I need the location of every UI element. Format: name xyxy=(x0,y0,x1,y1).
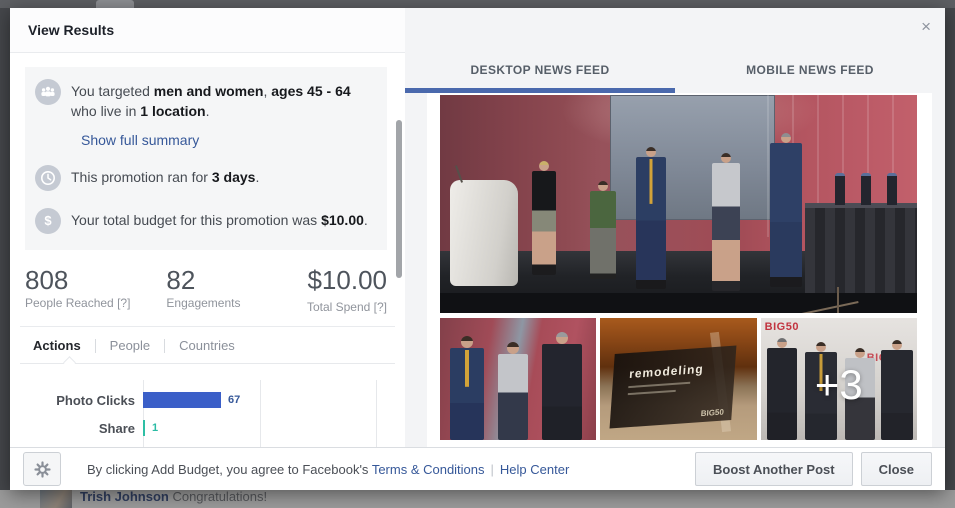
modal-title: View Results xyxy=(10,8,405,53)
background-browser-strip xyxy=(0,0,955,8)
chart-track: 67 xyxy=(143,386,240,414)
chart-row: Photo Clicks 67 xyxy=(10,386,405,414)
trophy xyxy=(887,173,897,205)
boost-another-post-button[interactable]: Boost Another Post xyxy=(695,452,853,486)
link-separator: | xyxy=(490,461,494,477)
active-tab-caret xyxy=(63,356,76,370)
footer-buttons: Boost Another Post Close xyxy=(695,452,932,486)
actions-bar-chart: Photo Clicks 67 Share 1 xyxy=(10,380,405,447)
tab-people[interactable]: People xyxy=(96,338,164,353)
person-silhouette xyxy=(712,163,740,291)
post-photo-2[interactable] xyxy=(440,318,597,440)
targeting-text: You targeted men and women, ages 45 - 64… xyxy=(71,83,351,120)
awards-table xyxy=(805,203,917,293)
close-button[interactable]: Close xyxy=(860,452,932,486)
chart-bar xyxy=(143,392,221,409)
award-title-text: remodeling xyxy=(629,361,705,382)
stat-label: Total Spend [?] xyxy=(306,300,387,315)
tab-underline xyxy=(20,356,395,370)
budget-row: $ Your total budget for this promotion w… xyxy=(35,207,375,234)
insight-tabs: Actions People Countries xyxy=(33,338,405,353)
person-silhouette xyxy=(636,157,666,289)
divider xyxy=(20,326,395,328)
tab-mobile-news-feed[interactable]: MOBILE NEWS FEED xyxy=(675,8,945,93)
glass-award: remodeling BIG50 xyxy=(609,345,737,429)
award-brand-text: BIG50 xyxy=(700,407,725,419)
award-engraving-line xyxy=(628,381,691,389)
duration-row: This promotion ran for 3 days. xyxy=(35,164,375,191)
projection-screen xyxy=(610,95,775,220)
promotion-summary-box: You targeted men and women, ages 45 - 64… xyxy=(25,67,387,250)
stat-people-reached: 808 People Reached [?] xyxy=(25,264,131,311)
chart-bar xyxy=(143,420,145,437)
comment-text: Congratulations! xyxy=(168,489,268,504)
stat-engagements: 82 Engagements xyxy=(166,264,241,311)
targeting-row: You targeted men and women, ages 45 - 64… xyxy=(35,79,375,122)
help-center-link[interactable]: Help Center xyxy=(500,462,569,477)
preview-panel: × DESKTOP NEWS FEED MOBILE NEWS FEED rem… xyxy=(405,8,945,447)
more-photos-overlay[interactable]: +3 xyxy=(761,364,917,406)
tab-countries[interactable]: Countries xyxy=(165,338,249,353)
clock-icon xyxy=(35,164,61,191)
stair-rail-post xyxy=(837,287,839,313)
person-silhouette xyxy=(532,171,556,275)
dollar-icon: $ xyxy=(35,207,61,234)
chart-value: 1 xyxy=(152,422,159,435)
podium xyxy=(450,180,518,286)
stat-label: Engagements xyxy=(166,296,241,311)
panel-scrollbar[interactable] xyxy=(396,120,402,278)
people-group-icon xyxy=(35,79,61,105)
duration-text: This promotion ran for 3 days. xyxy=(71,168,260,185)
stat-total-spend: $10.00 Total Spend [?] xyxy=(306,264,387,315)
person-silhouette xyxy=(450,348,484,440)
backdrop-brand-text: BIG50 xyxy=(764,321,799,333)
tab-desktop-news-feed[interactable]: DESKTOP NEWS FEED xyxy=(405,8,675,93)
background-comment: Trish Johnson Congratulations! xyxy=(80,489,267,504)
chart-track: 1 xyxy=(143,414,158,442)
show-full-summary-link[interactable]: Show full summary xyxy=(81,132,199,148)
modal-footer: By clicking Add Budget, you agree to Fac… xyxy=(10,447,945,490)
chart-value: 67 xyxy=(228,394,241,407)
stat-label: People Reached [?] xyxy=(25,296,131,311)
post-photo-3[interactable]: remodeling BIG50 xyxy=(600,318,757,440)
commenter-avatar xyxy=(40,490,72,508)
stat-value: 82 xyxy=(166,264,196,295)
gear-icon xyxy=(33,460,51,478)
person-silhouette xyxy=(590,191,616,279)
post-photo-4[interactable]: BIG50 BIG50 +3 xyxy=(760,318,917,440)
chart-category-label: Photo Clicks xyxy=(56,392,135,408)
budget-text: Your total budget for this promotion was… xyxy=(71,211,368,228)
results-panel: View Results You targeted men and women,… xyxy=(10,8,405,447)
stats-row: 808 People Reached [?] 82 Engagements $1… xyxy=(25,264,387,315)
post-photo-row: remodeling BIG50 BIG50 BIG50 +3 xyxy=(440,318,917,440)
trophy xyxy=(835,173,845,205)
post-photo-main[interactable] xyxy=(440,95,917,313)
post-preview-card: remodeling BIG50 BIG50 BIG50 +3 xyxy=(427,93,932,447)
person-silhouette xyxy=(770,143,802,287)
person-silhouette xyxy=(542,344,582,440)
person-silhouette xyxy=(498,354,528,440)
preview-tabs: DESKTOP NEWS FEED MOBILE NEWS FEED xyxy=(405,8,945,93)
settings-button[interactable] xyxy=(23,452,61,486)
footer-disclaimer: By clicking Add Budget, you agree to Fac… xyxy=(87,461,570,477)
award-engraving-line xyxy=(628,389,677,396)
background-tab-shape xyxy=(96,0,134,8)
stat-value: $10.00 xyxy=(307,264,387,295)
terms-conditions-link[interactable]: Terms & Conditions xyxy=(372,462,485,477)
trophy xyxy=(861,173,871,205)
tab-actions[interactable]: Actions xyxy=(33,338,95,353)
view-results-modal: View Results You targeted men and women,… xyxy=(10,8,945,490)
chart-row: Share 1 xyxy=(10,414,405,442)
chart-category-label: Share xyxy=(98,420,135,436)
stat-value: 808 xyxy=(25,264,69,295)
commenter-name: Trish Johnson xyxy=(80,489,169,504)
